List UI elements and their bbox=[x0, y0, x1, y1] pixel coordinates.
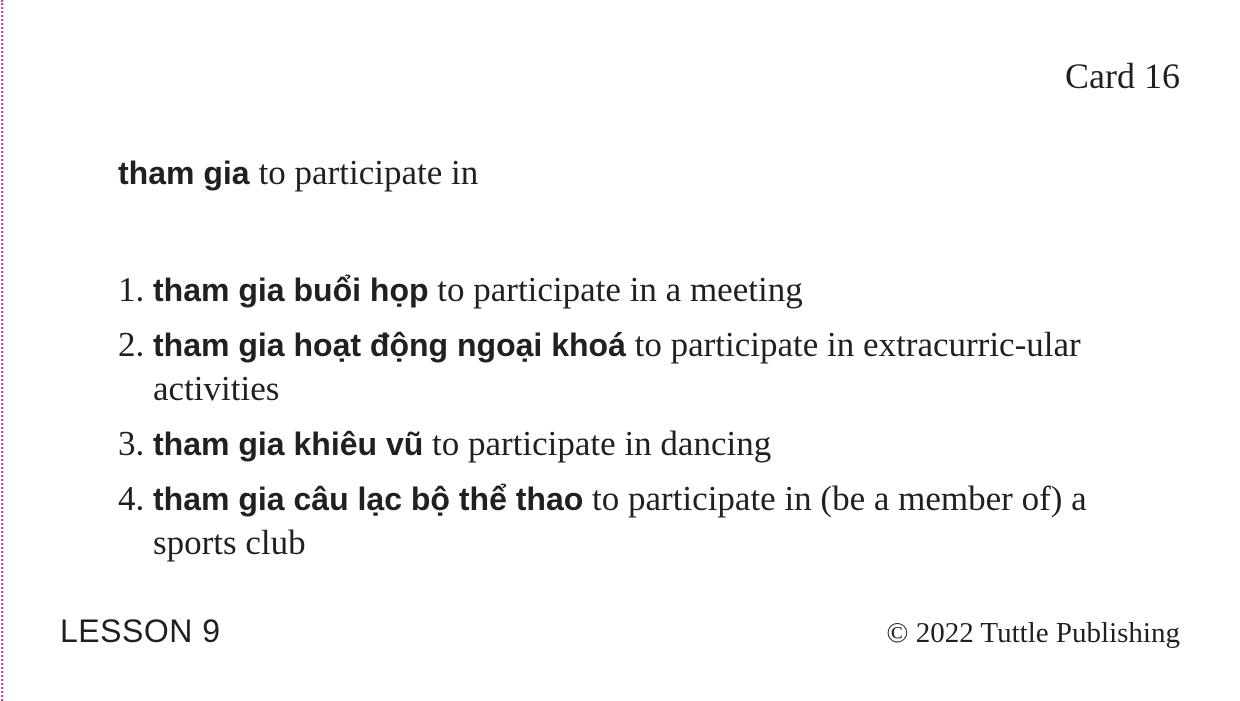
example-vietnamese: tham gia khiêu vũ bbox=[153, 426, 424, 462]
example-vietnamese: tham gia hoạt động ngoại khoá bbox=[153, 327, 626, 363]
example-list: 1. tham gia buổi họp to participate in a… bbox=[118, 268, 1128, 576]
lesson-label: LESSON 9 bbox=[60, 613, 221, 649]
example-number: 2. bbox=[118, 325, 145, 364]
example-vietnamese: tham gia buổi họp bbox=[153, 272, 429, 308]
example-number: 3. bbox=[118, 424, 145, 463]
example-number: 4. bbox=[118, 479, 145, 518]
example-item: 2. tham gia hoạt động ngoại khoá to part… bbox=[118, 323, 1128, 411]
copyright-notice: © 2022 Tuttle Publishing bbox=[886, 617, 1180, 649]
example-item: 1. tham gia buổi họp to participate in a… bbox=[118, 268, 1128, 312]
example-number: 1. bbox=[118, 270, 145, 309]
example-vietnamese: tham gia câu lạc bộ thể thao bbox=[153, 481, 584, 517]
example-item: 3. tham gia khiêu vũ to participate in d… bbox=[118, 422, 1128, 466]
example-english: to participate in a meeting bbox=[437, 270, 803, 309]
example-english: to participate in dancing bbox=[432, 424, 772, 463]
headword-english: to participate in bbox=[258, 153, 479, 192]
headword-entry: tham gia to participate in bbox=[118, 150, 478, 195]
cut-guide-line bbox=[1, 0, 3, 701]
card-number: Card 16 bbox=[1065, 56, 1180, 96]
headword-vietnamese: tham gia bbox=[118, 155, 250, 191]
example-item: 4. tham gia câu lạc bộ thể thao to parti… bbox=[118, 477, 1128, 565]
